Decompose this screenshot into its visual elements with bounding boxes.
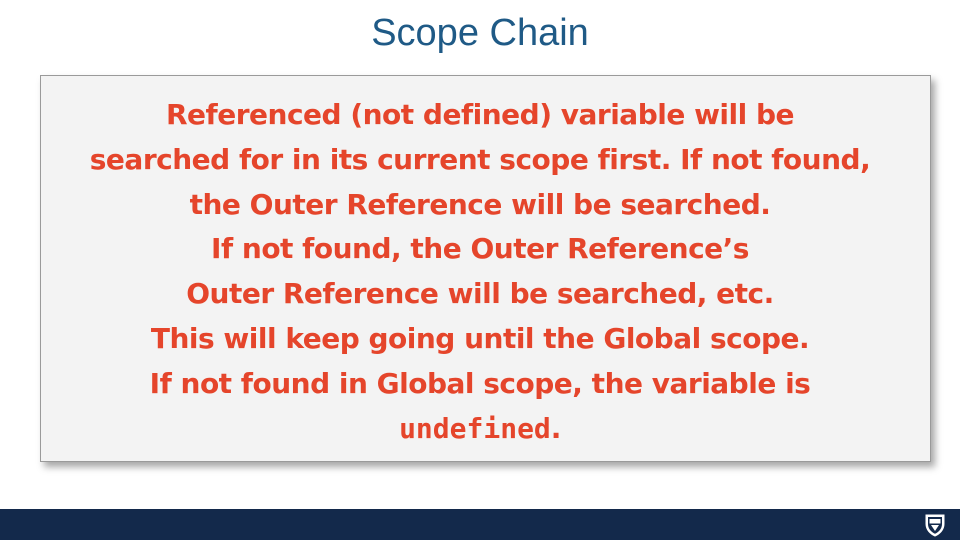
university-shield-icon (925, 514, 945, 537)
body-line-3: the Outer Reference will be searched. (189, 187, 771, 221)
body-line-8-suffix: . (550, 411, 562, 445)
body-line-8: undefined. (0, 407, 960, 452)
body-line-2: searched for in its current scope first.… (89, 142, 871, 176)
undefined-keyword: undefined (399, 411, 551, 445)
slide-title: Scope Chain (371, 12, 589, 54)
body-line-5: Outer Reference will be searched, etc. (186, 277, 774, 311)
body-line-1: Referenced (not defined) variable will b… (165, 98, 795, 131)
slide-body-text: Referenced (not defined) variable will b… (0, 93, 960, 451)
footer-bar (0, 509, 960, 540)
body-line-4: If not found, the Outer Reference’s (211, 232, 749, 266)
body-line-7: If not found in Global scope, the variab… (149, 366, 811, 400)
body-line-6: This will keep going until the Global sc… (150, 321, 810, 355)
